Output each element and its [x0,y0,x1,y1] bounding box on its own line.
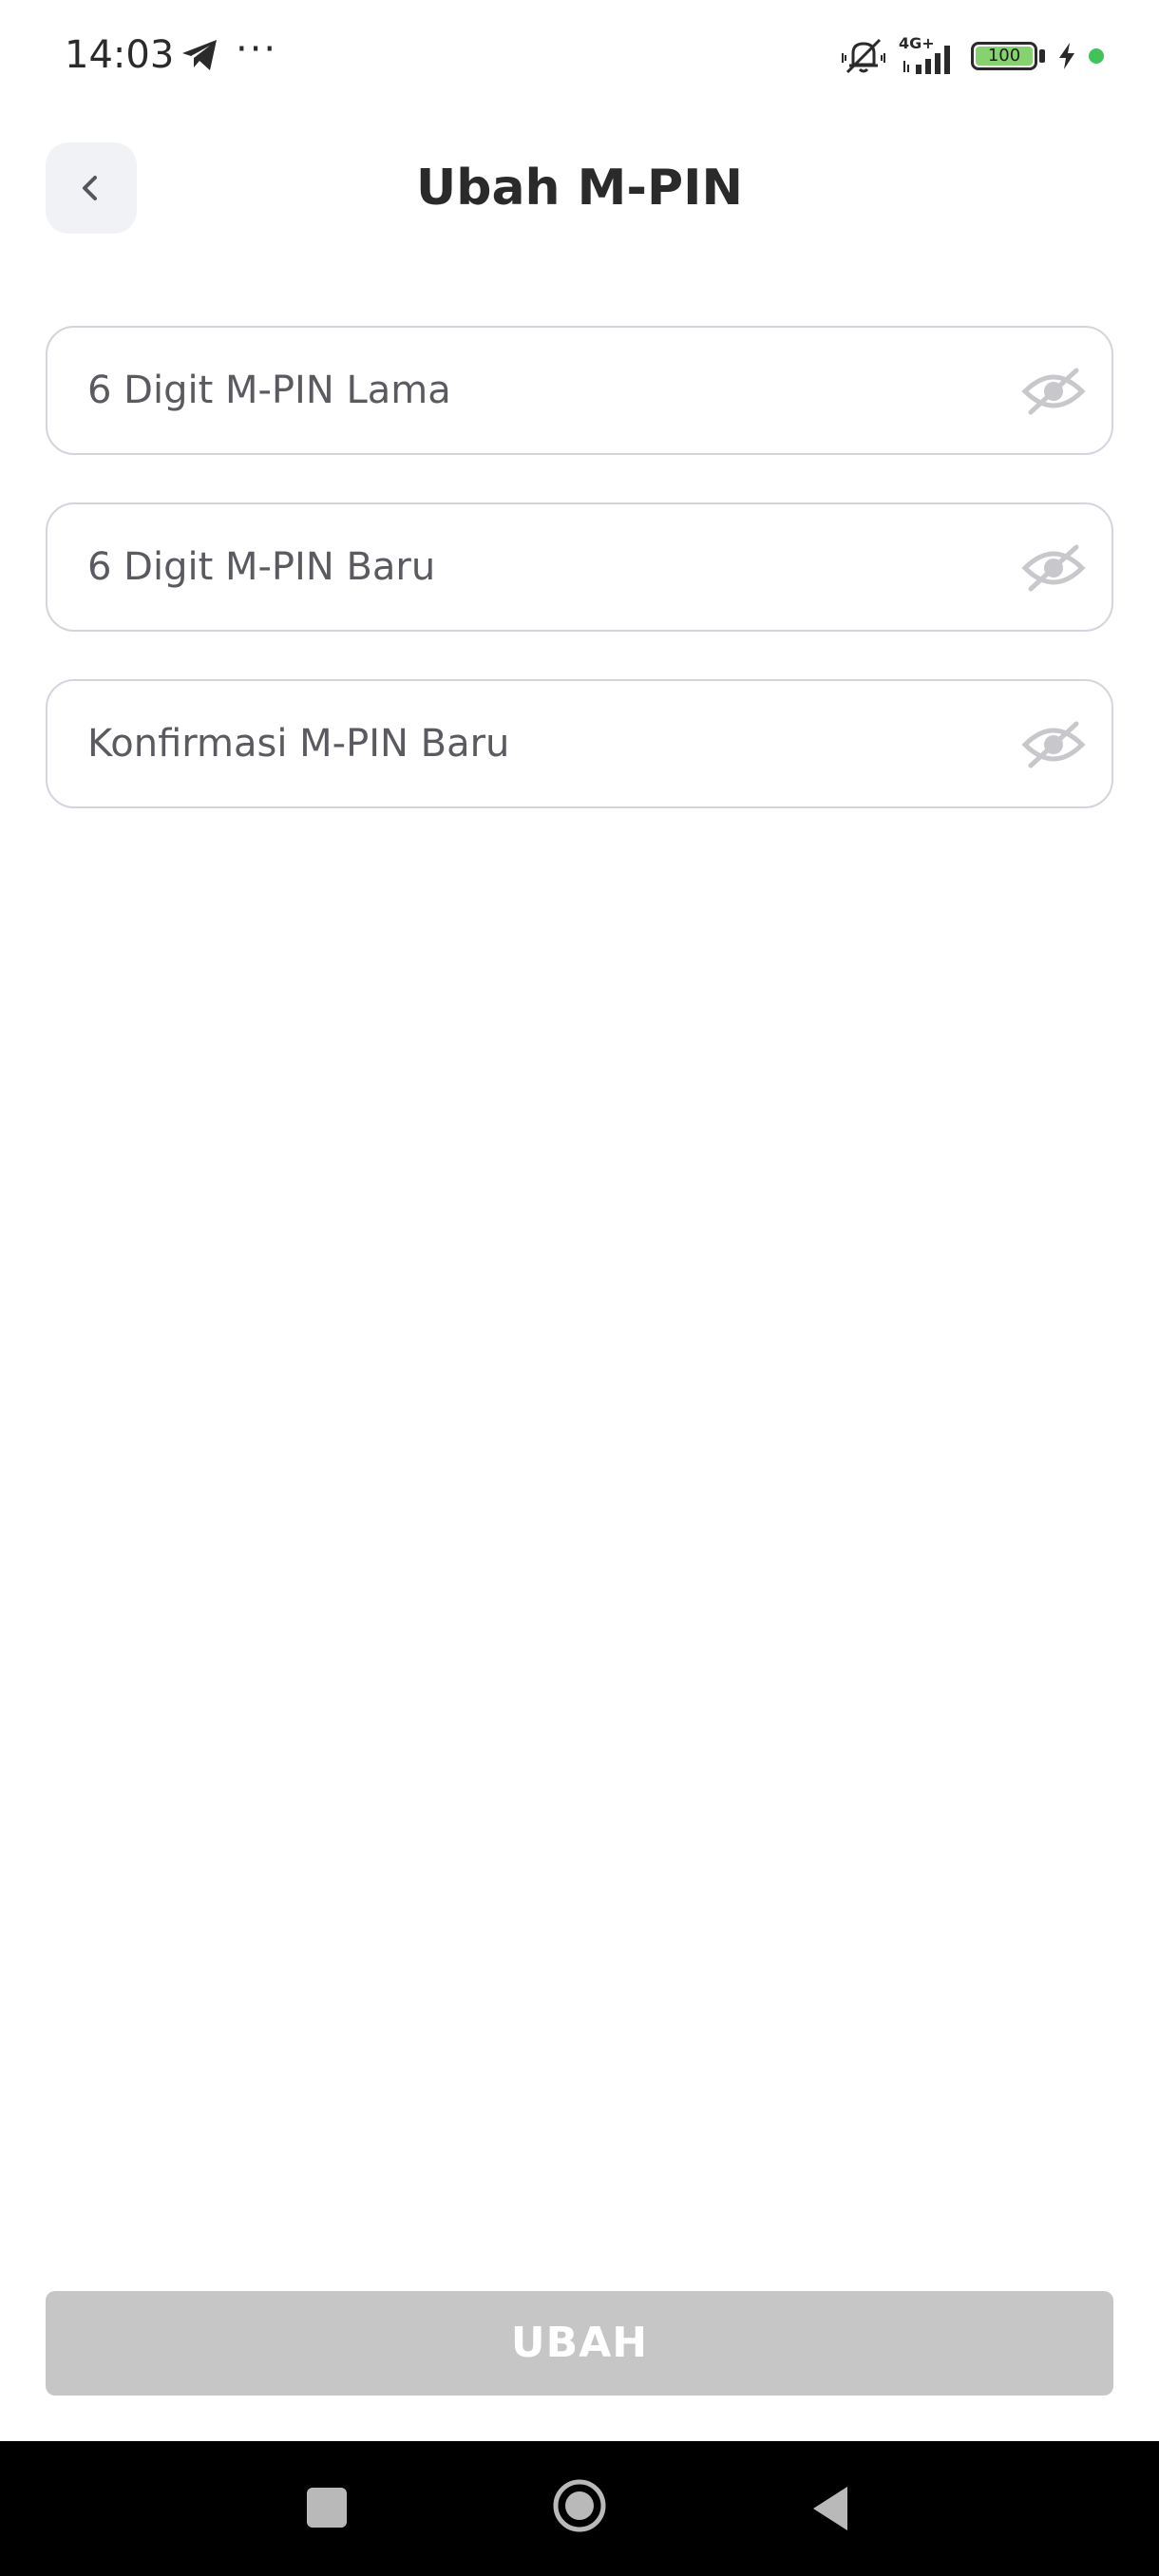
battery-icon: 100 [971,42,1037,70]
status-time: 14:03 [65,33,175,77]
toggle-visibility-button[interactable] [1020,535,1087,601]
confirm-pin-field[interactable] [46,679,1113,808]
charging-icon [1059,43,1074,69]
home-button[interactable] [551,2477,608,2534]
page-title: Ubah M-PIN [416,160,743,217]
eye-off-icon [1021,721,1086,768]
vibrate-off-icon [842,38,885,74]
status-dot [1089,48,1104,64]
old-pin-input[interactable] [87,328,942,453]
battery-level: 100 [987,46,1021,66]
eye-off-icon [1021,544,1086,592]
telegram-icon [182,40,217,70]
battery-tip [1039,49,1045,63]
navigation-bar [0,2441,1159,2576]
new-pin-field[interactable] [46,502,1113,632]
recents-button[interactable] [307,2488,347,2528]
more-notifications-icon: ··· [236,28,278,71]
toggle-visibility-button[interactable] [1020,711,1087,778]
old-pin-field[interactable] [46,326,1113,455]
toggle-visibility-button[interactable] [1020,358,1087,425]
status-bar: 14:03 ··· 4G+ 100 [0,0,1159,112]
status-icons: 4G+ 100 [840,34,1104,78]
eye-off-icon [1021,368,1086,415]
confirm-pin-input[interactable] [87,681,942,806]
submit-button[interactable]: UBAH [46,2291,1113,2396]
new-pin-input[interactable] [87,504,942,630]
nav-back-button[interactable] [809,2483,851,2534]
signal-icon: 4G+ [899,34,960,76]
